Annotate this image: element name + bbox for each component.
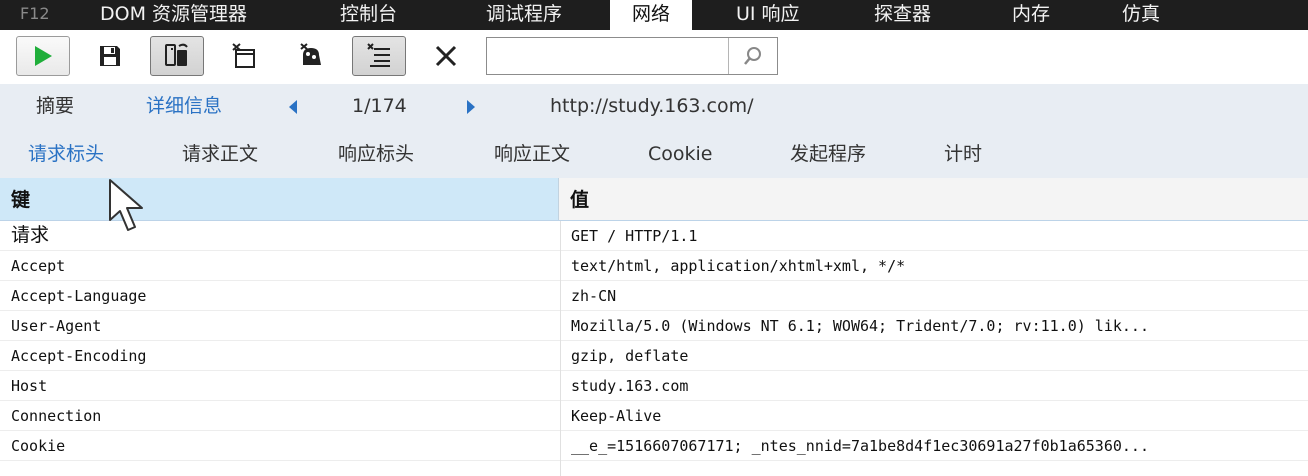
header-key: Accept	[11, 257, 66, 275]
subtab-response-body[interactable]: 响应正文	[494, 130, 570, 178]
table-row[interactable]: Accept-Encoding gzip, deflate	[0, 341, 1308, 371]
detail-subtabs: 请求标头 请求正文 响应标头 响应正文 Cookie 发起程序 计时	[0, 130, 1308, 178]
table-body: 请求 GET / HTTP/1.1 Accept text/html, appl…	[0, 221, 1308, 461]
header-key: Connection	[11, 407, 102, 425]
clear-session-button[interactable]	[424, 36, 468, 76]
tab-debugger[interactable]: 调试程序	[486, 0, 562, 30]
table-header: 键 值	[0, 178, 1308, 221]
table-row[interactable]: 请求 GET / HTTP/1.1	[0, 221, 1308, 251]
subtab-response-headers[interactable]: 响应标头	[338, 130, 414, 178]
table-row[interactable]: Cookie __e_=1516607067171; _ntes_nnid=7a…	[0, 431, 1308, 461]
tab-memory[interactable]: 内存	[1012, 0, 1050, 30]
headers-table: 键 值 请求 GET / HTTP/1.1 Accept text/html, …	[0, 178, 1308, 476]
header-key: User-Agent	[11, 317, 102, 335]
detail-nav-bar: 摘要 详细信息 1/174 http://study.163.com/	[0, 84, 1308, 130]
subtab-timings[interactable]: 计时	[944, 130, 982, 178]
previous-request-button[interactable]	[286, 84, 306, 130]
header-key: Accept-Language	[11, 287, 147, 305]
header-value: Mozilla/5.0 (Windows NT 6.1; WOW64; Trid…	[571, 317, 1149, 335]
clear-navigate-icon	[232, 43, 255, 68]
detail-tab[interactable]: 详细信息	[146, 84, 222, 130]
header-value: zh-CN	[571, 287, 617, 305]
header-value: text/html, application/xhtml+xml, */*	[571, 257, 906, 275]
tab-emulation[interactable]: 仿真	[1122, 0, 1160, 30]
search-button[interactable]	[728, 38, 777, 74]
table-row[interactable]: Host study.163.com	[0, 371, 1308, 401]
summary-tab[interactable]: 摘要	[36, 84, 74, 130]
subtab-initiator[interactable]: 发起程序	[790, 130, 866, 178]
mouse-cursor-icon	[109, 179, 143, 231]
header-key: Accept-Encoding	[11, 347, 147, 365]
clear-cache-icon	[300, 43, 321, 65]
clear-entries-on-navigate-button[interactable]	[222, 36, 266, 76]
subtab-request-body[interactable]: 请求正文	[182, 130, 258, 178]
request-url: http://study.163.com/	[550, 95, 754, 117]
save-icon	[100, 46, 120, 66]
always-refresh-button[interactable]	[150, 36, 204, 76]
f12-label: F12	[20, 4, 50, 23]
table-row[interactable]: Accept-Language zh-CN	[0, 281, 1308, 311]
header-value: study.163.com	[571, 377, 689, 395]
search-input[interactable]	[491, 40, 731, 74]
column-header-value[interactable]: 值	[559, 178, 1308, 220]
export-har-button[interactable]	[88, 36, 132, 76]
table-row[interactable]: User-Agent Mozilla/5.0 (Windows NT 6.1; …	[0, 311, 1308, 341]
triangle-left-icon	[289, 100, 297, 114]
play-icon	[35, 46, 52, 66]
close-icon	[435, 45, 457, 67]
tab-network[interactable]: 网络	[610, 0, 693, 30]
request-counter: 1/174	[352, 95, 407, 117]
filter-list-icon	[367, 43, 390, 67]
header-value: Keep-Alive	[571, 407, 662, 425]
tab-dom-explorer[interactable]: DOM 资源管理器	[100, 0, 247, 30]
table-row[interactable]: Connection Keep-Alive	[0, 401, 1308, 431]
column-divider[interactable]	[560, 221, 561, 476]
subtab-request-headers[interactable]: 请求标头	[28, 130, 104, 178]
server-refresh-icon	[165, 43, 188, 66]
header-key: Host	[11, 377, 48, 395]
header-value: GET / HTTP/1.1	[571, 227, 698, 245]
tab-ui-responsiveness[interactable]: UI 响应	[736, 0, 800, 30]
triangle-right-icon	[467, 100, 475, 114]
content-type-filter-button[interactable]	[352, 36, 406, 76]
column-header-key[interactable]: 键	[0, 178, 559, 220]
search-icon	[744, 47, 761, 65]
devtools-tab-bar: F12 DOM 资源管理器 控制台 调试程序 网络 UI 响应 探查器 内存 仿…	[0, 0, 1308, 30]
table-row[interactable]: Accept text/html, application/xhtml+xml,…	[0, 251, 1308, 281]
header-value: __e_=1516607067171; _ntes_nnid=7a1be8d4f…	[571, 437, 1149, 455]
header-key: Cookie	[11, 437, 66, 455]
header-value: gzip, deflate	[571, 347, 689, 365]
start-capture-button[interactable]	[16, 36, 70, 76]
search-box	[486, 37, 778, 75]
subtab-cookies[interactable]: Cookie	[648, 130, 713, 178]
clear-cache-button[interactable]	[290, 36, 334, 76]
tab-profiler[interactable]: 探查器	[874, 0, 931, 30]
tab-console[interactable]: 控制台	[340, 0, 397, 30]
header-key: 请求	[11, 224, 50, 246]
next-request-button[interactable]	[464, 84, 484, 130]
